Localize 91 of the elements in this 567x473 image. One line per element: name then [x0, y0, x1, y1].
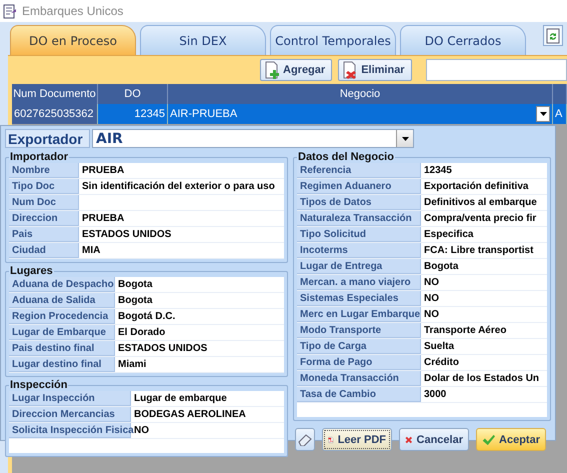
window-title: Embarques Unicos [22, 4, 124, 18]
field-label: Mercan. a mano viajero [297, 275, 421, 290]
field-label: Sistemas Especiales [297, 291, 421, 306]
field-label: Direccion [9, 211, 79, 226]
tab[interactable]: Control Temporales [270, 25, 396, 55]
field-label: Incoterms [297, 243, 421, 258]
field-label: Direccion Mercancias [9, 407, 131, 422]
field-label: Referencia [297, 163, 421, 178]
section-title: Inspección [9, 379, 68, 391]
field-label: Moneda Transacción [297, 371, 421, 386]
field-value: FCA: Libre transportist [423, 244, 534, 258]
refresh-button[interactable] [543, 25, 563, 46]
table-cell: 12345 [134, 108, 165, 120]
field-value: BODEGAS AEROLINEA [133, 408, 247, 422]
field-label: Region Procedencia [9, 309, 115, 324]
field-value: PRUEBA [81, 164, 126, 178]
field-label: Pais destino final [9, 341, 115, 356]
field-label: Tipos de Datos [297, 195, 421, 210]
table-cell: 6027625035362 [14, 108, 94, 120]
field-value: NO [423, 308, 440, 322]
section-title: Importador [9, 151, 70, 163]
field-label: Aduana de Despacho [9, 277, 115, 292]
field-label: Regimen Aduanero [297, 179, 421, 194]
field-value: El Dorado [117, 326, 166, 340]
tab[interactable]: Sin DEX [140, 25, 266, 55]
exporter-dropdown[interactable]: AIR [92, 129, 414, 148]
add-document-icon [264, 61, 280, 79]
field-label: Lugar destino final [9, 357, 115, 372]
field-label: Tasa de Cambio [297, 387, 421, 402]
field-label: Merc en Lugar Embarque [297, 307, 421, 322]
field-value: Dolar de los Estados Un [423, 372, 540, 386]
field-label: Num Doc [9, 195, 79, 210]
field-label: Modo Transporte [297, 323, 421, 338]
field-value: 12345 [423, 164, 453, 178]
field-label: Lugar Inspección [9, 391, 131, 406]
field-value: Bogota [423, 260, 460, 274]
delete-document-icon [342, 61, 358, 79]
field-value: Bogota [117, 278, 154, 292]
field-label: Ciudad [9, 243, 79, 258]
field-value: 3000 [423, 388, 448, 402]
field-label: Forma de Pago [297, 355, 421, 370]
dropdown-button[interactable] [536, 106, 550, 122]
tab[interactable]: DO en Proceso [10, 25, 136, 55]
field-label: Nombre [9, 163, 79, 178]
field-value: NO [423, 292, 440, 306]
column-header[interactable]: DO [98, 84, 168, 104]
field-value: Transporte Aéreo [423, 324, 508, 338]
app-icon [3, 4, 17, 18]
cancel-button[interactable]: Cancelar [399, 428, 469, 451]
field-value: Exportación definitiva [423, 180, 530, 194]
section-title: Lugares [9, 265, 54, 277]
field-label: Tipo Doc [9, 179, 79, 194]
toolbar-button[interactable]: Agregar [260, 59, 332, 81]
column-header[interactable]: Negocio [168, 84, 553, 104]
section-title: Datos del Negocio [297, 151, 395, 163]
column-header[interactable]: Num Documento [12, 84, 98, 104]
erase-button[interactable] [295, 428, 315, 451]
field-label: Lugar de Entrega [297, 259, 421, 274]
field-value: ESTADOS UNIDOS [81, 228, 172, 242]
field-value: MIA [81, 244, 102, 258]
field-value: Compra/venta precio fir [423, 212, 538, 226]
exporter-label: Exportador [5, 129, 90, 148]
field-value: Sin identificación del exterior o para uso [81, 180, 276, 194]
eraser-icon [298, 434, 312, 446]
field-label: Naturaleza Transacción [297, 211, 421, 226]
field-value: Definitivos al embarque [423, 196, 538, 210]
field-label: Aduana de Salida [9, 293, 115, 308]
field-value: Miami [117, 358, 148, 372]
caret-icon [540, 112, 546, 116]
field-value: NO [423, 276, 440, 290]
search-field[interactable] [426, 59, 567, 81]
field-value: Suelta [423, 340, 456, 354]
table-cell: A [555, 108, 562, 120]
refresh-icon [546, 28, 560, 44]
field-label: Tipo Solicitud [297, 227, 421, 242]
field-value: Especifica [423, 228, 474, 242]
accept-button[interactable]: Aceptar [476, 428, 546, 451]
field-value: Bogotá D.C. [117, 310, 176, 324]
field-label: Tipo de Carga [297, 339, 421, 354]
tab[interactable]: DO Cerrados [400, 25, 526, 55]
field-value: PRUEBA [81, 212, 126, 226]
table-cell: AIR-PRUEBA [170, 108, 238, 120]
field-label: Pais [9, 227, 79, 242]
caret-icon [402, 136, 408, 140]
toolbar-button[interactable]: Eliminar [338, 59, 412, 81]
field-value: Crédito [423, 356, 460, 370]
field-value: Lugar de embarque [133, 392, 228, 406]
read-pdf-button[interactable]: Leer PDF [322, 428, 392, 451]
field-value: ESTADOS UNIDOS [117, 342, 208, 356]
field-value: Bogota [117, 294, 154, 308]
field-label: Lugar de Embarque [9, 325, 115, 340]
